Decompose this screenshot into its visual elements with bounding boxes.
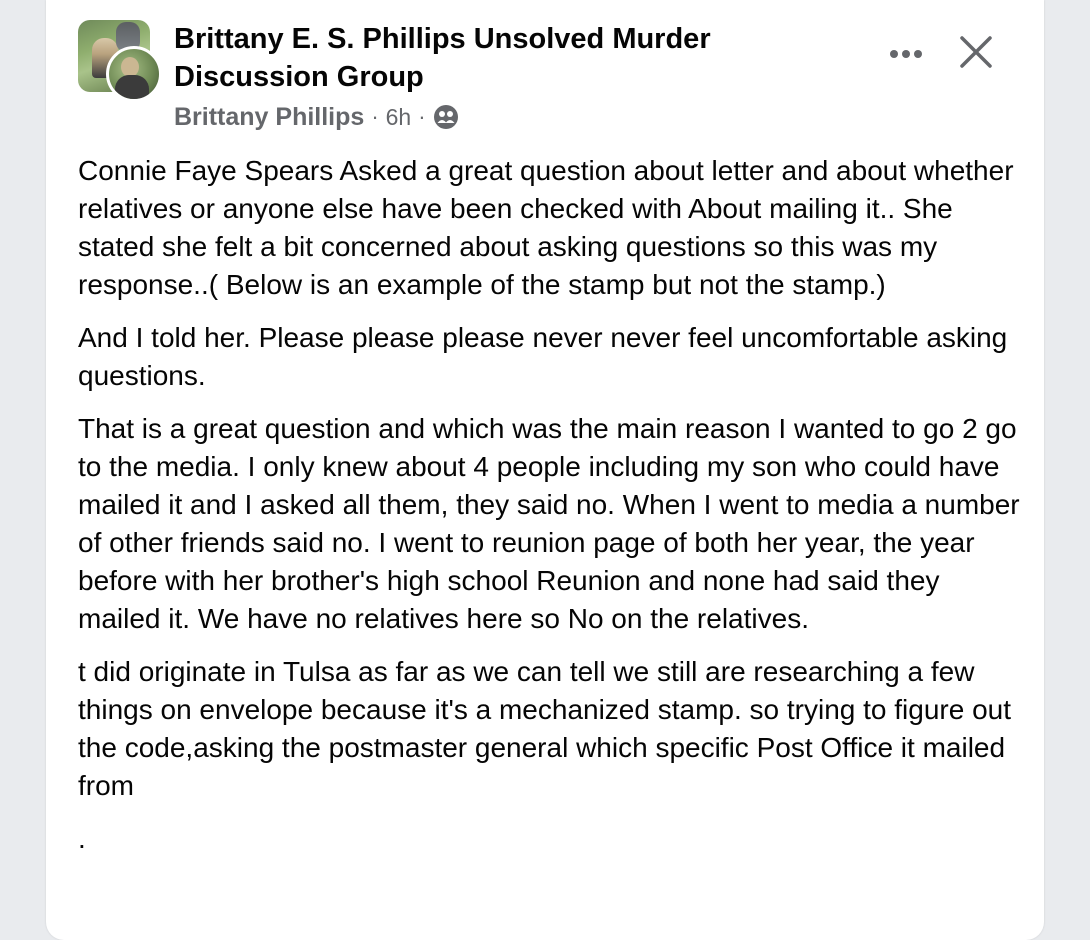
post-text: Connie Faye Spears Asked a great questio… xyxy=(78,152,1028,873)
post-paragraph: And I told her. Please please please nev… xyxy=(78,322,1016,391)
post-paragraph: Connie Faye Spears Asked a great questio… xyxy=(78,155,1022,300)
post-timestamp[interactable]: 6h xyxy=(386,104,412,131)
post-paragraph: That is a great question and which was t… xyxy=(78,413,1028,634)
post-avatar[interactable] xyxy=(78,20,162,102)
close-button[interactable] xyxy=(954,32,998,76)
post-paragraph: t did originate in Tulsa as far as we ca… xyxy=(78,656,1019,801)
group-name-link[interactable]: Brittany E. S. Phillips Unsolved Murder … xyxy=(174,20,814,96)
group-members-icon[interactable] xyxy=(433,104,459,130)
more-options-button[interactable] xyxy=(884,36,928,76)
meta-separator: · xyxy=(371,104,379,129)
post-meta: Brittany Phillips · 6h · xyxy=(174,100,459,134)
post-card: Brittany E. S. Phillips Unsolved Murder … xyxy=(46,0,1044,940)
author-name-link[interactable]: Brittany Phillips xyxy=(174,103,364,132)
more-horizontal-icon xyxy=(888,47,924,65)
close-icon xyxy=(958,34,994,75)
meta-separator: · xyxy=(418,104,426,129)
author-avatar[interactable] xyxy=(106,46,162,102)
post-paragraph: . xyxy=(78,823,86,854)
